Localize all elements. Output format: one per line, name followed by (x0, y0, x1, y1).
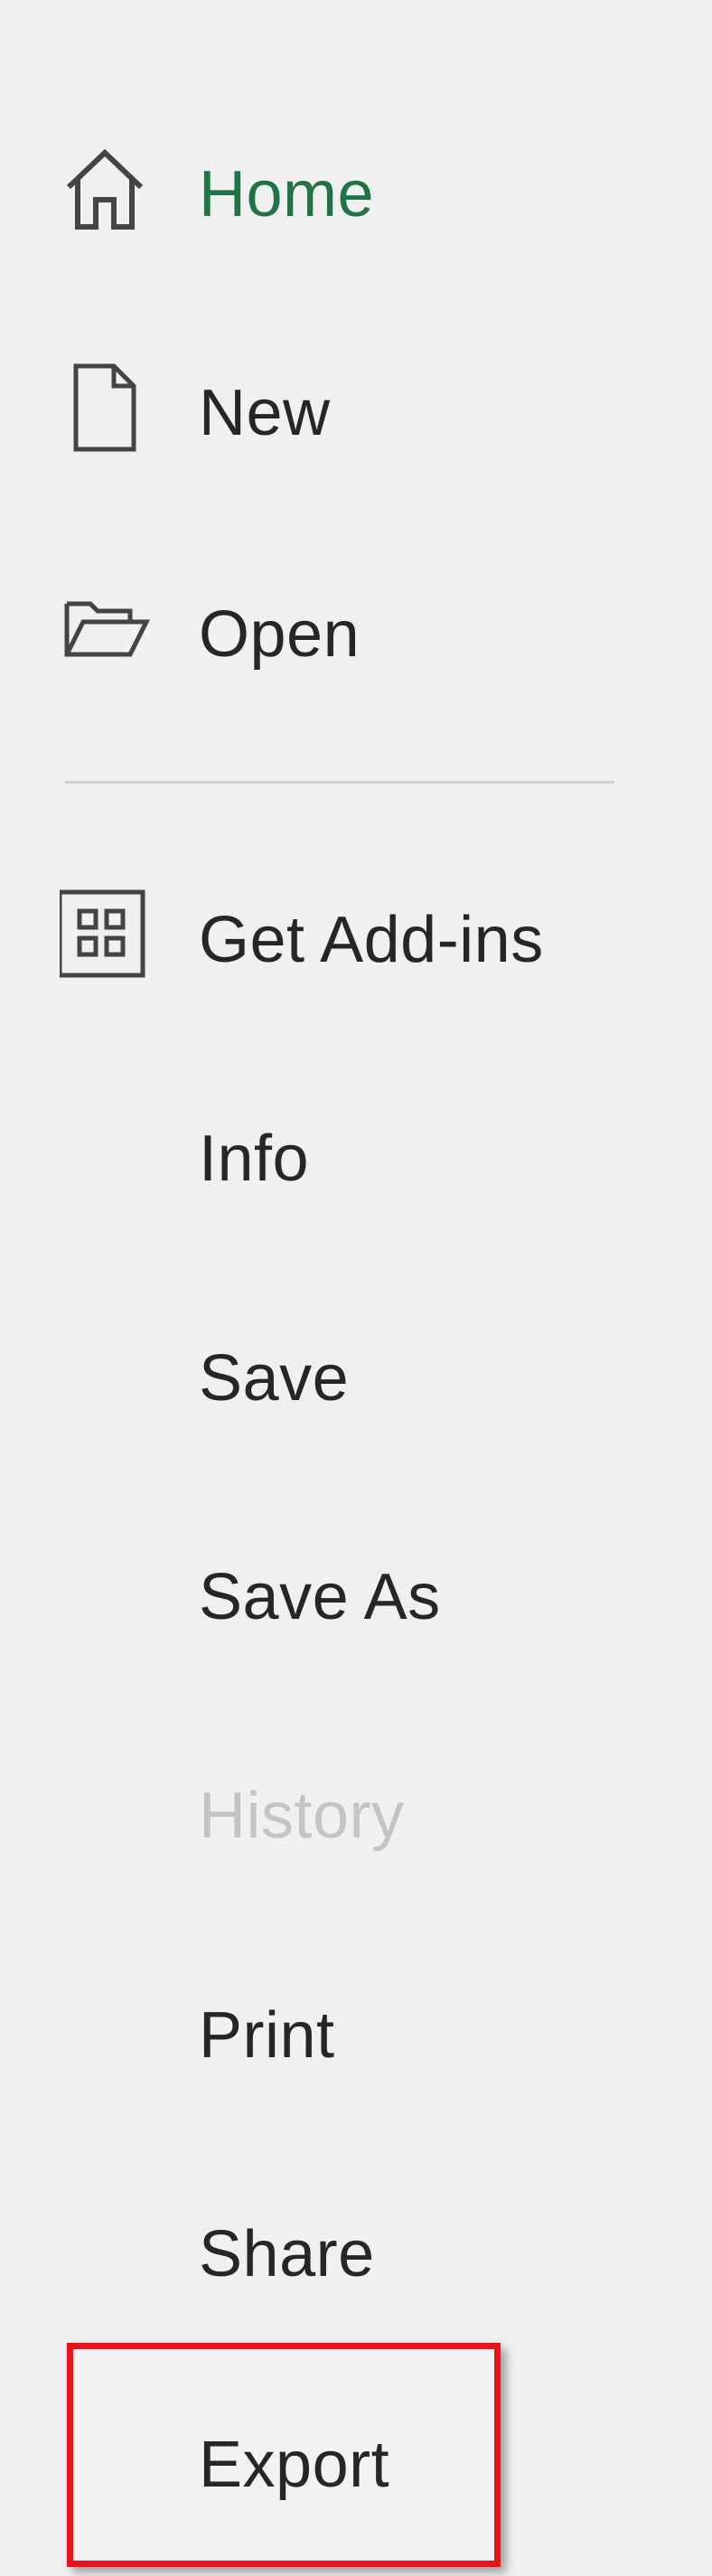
nav-item-get-add-ins[interactable]: Get Add-ins (0, 875, 712, 1001)
nav-item-share[interactable]: Share (0, 2189, 712, 2316)
nav-item-save-as[interactable]: Save As (0, 1532, 712, 1659)
back-arrow-icon[interactable] (74, 0, 146, 9)
nav-item-info[interactable]: Info (0, 1094, 712, 1220)
nav-label-open: Open (199, 598, 361, 671)
nav-label-history: History (199, 1780, 405, 1852)
new-document-icon (73, 363, 136, 452)
home-icon (66, 148, 144, 230)
nav-item-new[interactable]: New (0, 348, 712, 475)
nav-label-print: Print (199, 1999, 335, 2072)
nav-label-home: Home (199, 158, 375, 230)
nav-item-export[interactable]: Export (0, 2400, 712, 2526)
add-ins-grid-icon (60, 889, 145, 978)
menu-divider (65, 781, 614, 784)
nav-label-share: Share (199, 2218, 375, 2290)
backstage-navigation: Home New Open Get Add-ins Info Save Save… (0, 0, 712, 2576)
nav-label-get-add-ins: Get Add-ins (199, 904, 544, 976)
nav-label-export: Export (199, 2429, 390, 2501)
open-folder-icon (64, 601, 150, 657)
nav-label-info: Info (199, 1123, 310, 1195)
nav-item-save[interactable]: Save (0, 1313, 712, 1440)
nav-item-history: History (0, 1751, 712, 1877)
nav-item-home[interactable]: Home (0, 131, 712, 258)
nav-label-save: Save (199, 1342, 350, 1415)
nav-item-print[interactable]: Print (0, 1970, 712, 2097)
nav-label-new: New (199, 377, 331, 449)
nav-label-save-as: Save As (199, 1561, 441, 1633)
nav-item-open[interactable]: Open (0, 568, 712, 694)
